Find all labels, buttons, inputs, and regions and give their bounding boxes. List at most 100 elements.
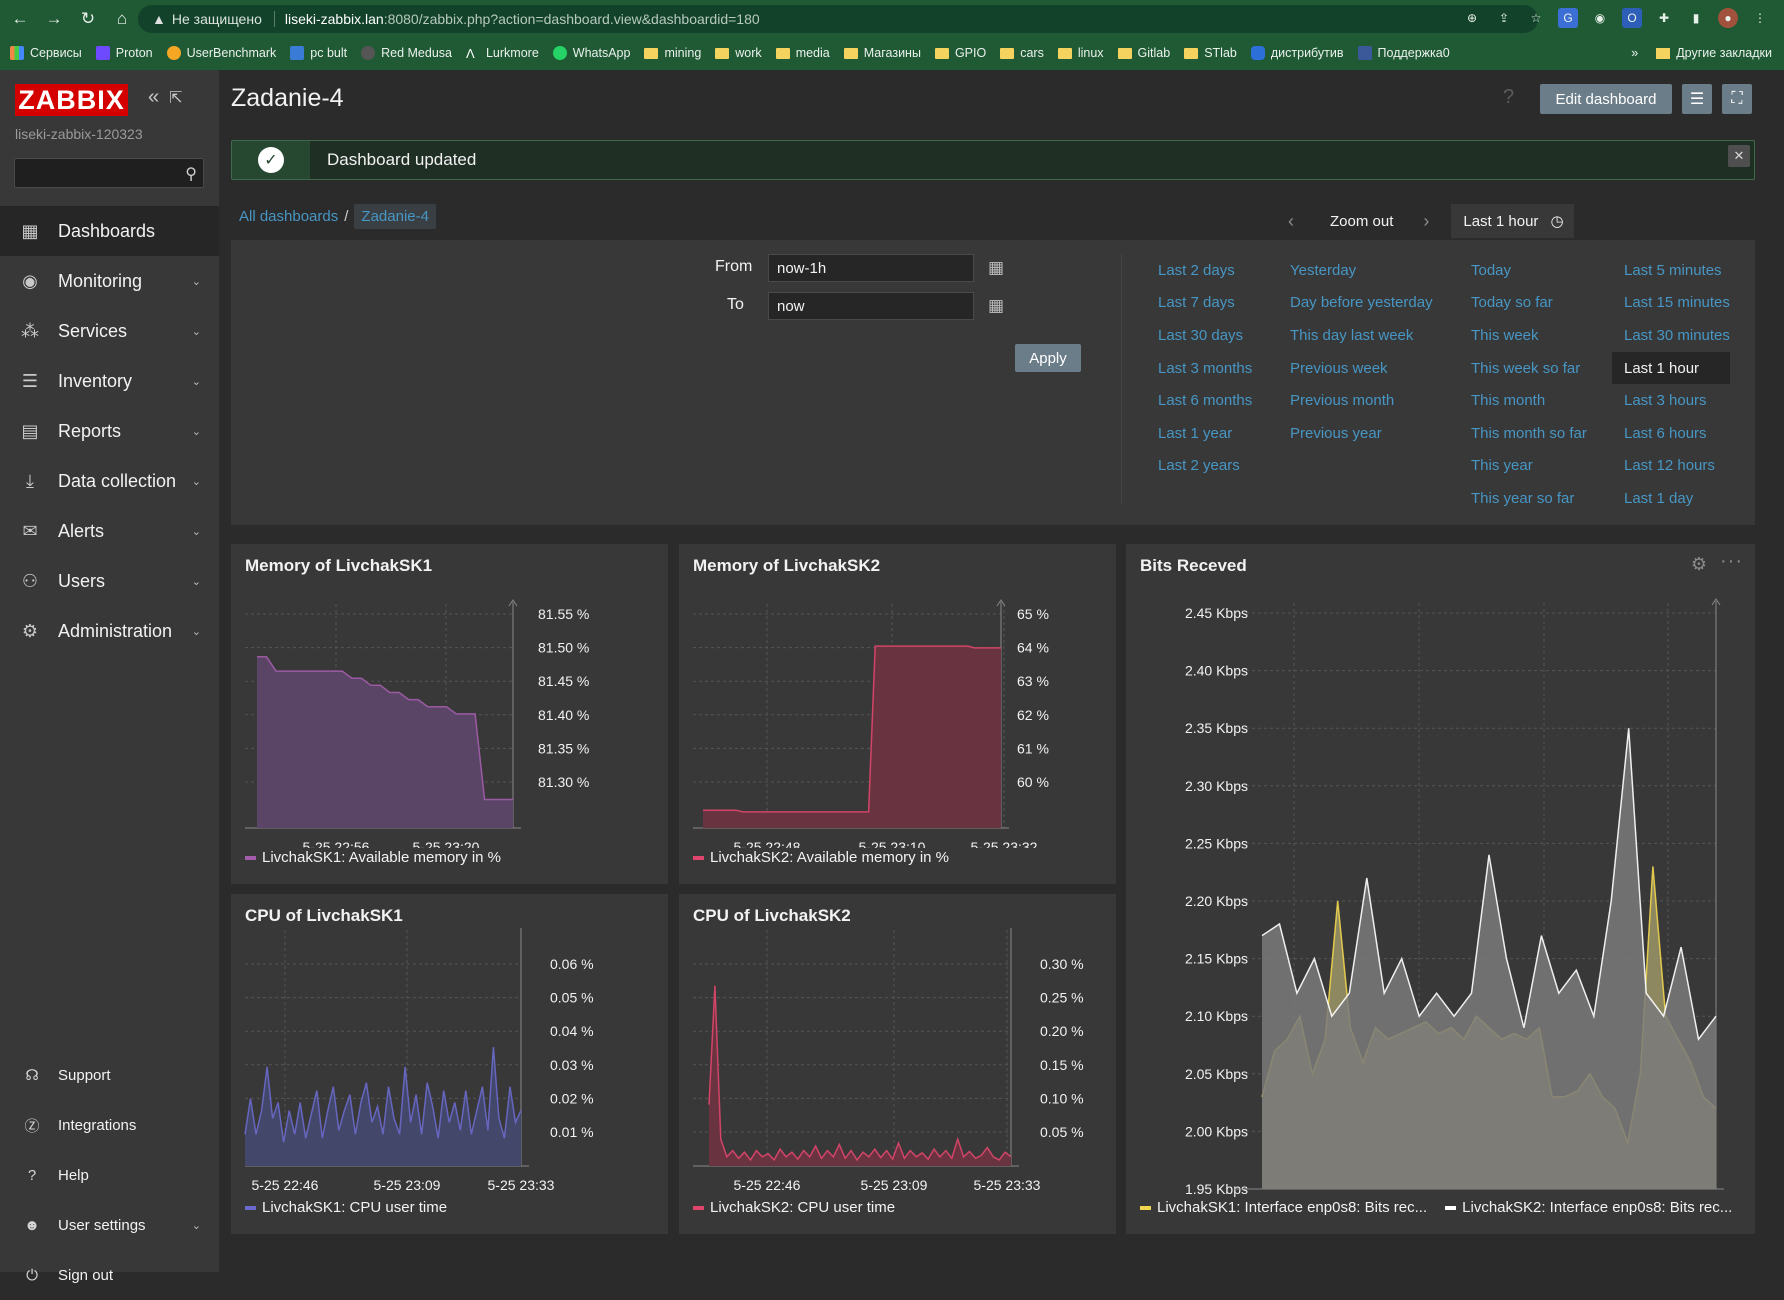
quick-range-link[interactable]: Last 3 months bbox=[1158, 352, 1252, 385]
extension-circle-icon[interactable]: ◉ bbox=[1590, 8, 1610, 28]
calendar-icon[interactable]: ▦ bbox=[983, 293, 1009, 319]
reload-icon[interactable]: ↻ bbox=[74, 5, 102, 33]
sidebar-item-support[interactable]: ☊ Support bbox=[0, 1050, 219, 1100]
sidebar-item-data-collection[interactable]: ⤓ Data collection ⌄ bbox=[0, 456, 219, 506]
quick-range-link[interactable]: This week bbox=[1471, 319, 1587, 352]
quick-range-link[interactable]: This year bbox=[1471, 450, 1587, 483]
sidebar-item-services[interactable]: ⁂ Services ⌄ bbox=[0, 306, 219, 356]
bookmark-services[interactable]: Сервисы bbox=[10, 46, 82, 60]
outlook-icon[interactable]: O bbox=[1622, 8, 1642, 28]
forward-arrow-icon[interactable]: → bbox=[40, 5, 68, 33]
bookmark-cars[interactable]: cars bbox=[1000, 46, 1044, 60]
quick-range-link[interactable]: This year so far bbox=[1471, 482, 1587, 515]
crumb-all-dashboards[interactable]: All dashboards bbox=[239, 208, 338, 225]
sidepanel-icon[interactable]: ▮ bbox=[1686, 8, 1706, 28]
quick-range-link[interactable]: This month so far bbox=[1471, 417, 1587, 450]
bookmark-stlab[interactable]: STlab bbox=[1184, 46, 1237, 60]
sidebar-item-help[interactable]: ? Help bbox=[0, 1150, 219, 1200]
bookmark-linux[interactable]: linux bbox=[1057, 46, 1104, 60]
search-icon[interactable]: ⚲ bbox=[185, 164, 197, 184]
quick-range-link[interactable]: Last 5 minutes bbox=[1624, 254, 1730, 287]
chevron-left-icon[interactable]: ‹ bbox=[1288, 211, 1294, 232]
chevron-right-icon[interactable]: › bbox=[1423, 211, 1429, 232]
quick-range-link[interactable]: Last 1 day bbox=[1624, 482, 1730, 515]
sidebar-item-integrations[interactable]: Ⓩ Integrations bbox=[0, 1100, 219, 1150]
browser-menu-icon[interactable]: ⋮ bbox=[1750, 8, 1770, 28]
zabbix-logo[interactable]: ZABBIX bbox=[15, 84, 128, 116]
quick-range-link[interactable]: Last 30 days bbox=[1158, 319, 1252, 352]
to-input[interactable]: now bbox=[768, 292, 974, 320]
quick-range-link[interactable]: Last 6 hours bbox=[1624, 417, 1730, 450]
crumb-current[interactable]: Zadanie-4 bbox=[354, 204, 436, 229]
quick-range-link[interactable]: Last 1 hour bbox=[1612, 351, 1730, 385]
time-period-tab[interactable]: Last 1 hour ◷ bbox=[1451, 204, 1574, 238]
sidebar-item-monitoring[interactable]: ◉ Monitoring ⌄ bbox=[0, 256, 219, 306]
sidebar-item-dashboards[interactable]: ▦ Dashboards bbox=[0, 206, 219, 256]
puzzle-icon[interactable]: ✚ bbox=[1654, 8, 1674, 28]
share-icon[interactable]: ⇪ bbox=[1494, 8, 1514, 28]
sidebar-item-administration[interactable]: ⚙ Administration ⌄ bbox=[0, 606, 219, 656]
quick-range-link[interactable]: Last 15 minutes bbox=[1624, 287, 1730, 320]
calendar-icon[interactable]: ▦ bbox=[983, 255, 1009, 281]
quick-range-link[interactable]: Last 7 days bbox=[1158, 287, 1252, 320]
quick-range-link[interactable]: Yesterday bbox=[1290, 254, 1433, 287]
sidebar-item-user-settings[interactable]: ☻ User settings ⌄ bbox=[0, 1200, 219, 1250]
quick-range-link[interactable]: This week so far bbox=[1471, 352, 1587, 385]
address-bar[interactable]: ▲ Не защищено liseki-zabbix.lan:8080/zab… bbox=[138, 5, 1538, 33]
quick-range-link[interactable]: Last 2 days bbox=[1158, 254, 1252, 287]
back-arrow-icon[interactable]: ← bbox=[6, 5, 34, 33]
sidebar-item-reports[interactable]: ▤ Reports ⌄ bbox=[0, 406, 219, 456]
quick-range-link[interactable]: Last 6 months bbox=[1158, 384, 1252, 417]
quick-range-link[interactable]: This day last week bbox=[1290, 319, 1433, 352]
kiosk-icon[interactable]: ⇱ bbox=[169, 88, 182, 109]
translate-icon[interactable]: G bbox=[1558, 8, 1578, 28]
zoom-out-button[interactable]: Zoom out bbox=[1330, 213, 1393, 230]
bookmark-proton[interactable]: Proton bbox=[95, 46, 153, 60]
bookmark-userbenchmark[interactable]: UserBenchmark bbox=[166, 46, 276, 60]
close-icon[interactable]: ✕ bbox=[1728, 145, 1750, 167]
home-icon[interactable]: ⌂ bbox=[108, 5, 136, 33]
quick-range-link[interactable]: Last 2 years bbox=[1158, 450, 1252, 483]
sidebar-item-sign-out[interactable]: ⏻ Sign out bbox=[0, 1250, 219, 1300]
bookmark-mining[interactable]: mining bbox=[644, 46, 701, 60]
bookmark-lurkmore[interactable]: Λ Lurkmore bbox=[466, 46, 539, 61]
bookmarks-overflow-button[interactable]: » bbox=[1631, 46, 1638, 60]
fullscreen-icon[interactable]: ⛶ bbox=[1722, 84, 1752, 114]
bookmark-pc-bult[interactable]: pc bult bbox=[290, 46, 347, 60]
sidebar-item-inventory[interactable]: ☰ Inventory ⌄ bbox=[0, 356, 219, 406]
quick-range-link[interactable]: Previous week bbox=[1290, 352, 1433, 385]
quick-range-link[interactable]: Today so far bbox=[1471, 287, 1587, 320]
quick-range-link[interactable]: Last 12 hours bbox=[1624, 450, 1730, 483]
quick-range-link[interactable]: Day before yesterday bbox=[1290, 287, 1433, 320]
quick-range-link[interactable]: Last 1 year bbox=[1158, 417, 1252, 450]
quick-range-link[interactable]: Previous month bbox=[1290, 384, 1433, 417]
quick-range-link[interactable]: Previous year bbox=[1290, 417, 1433, 450]
search-input[interactable]: ⚲ bbox=[14, 158, 204, 188]
apply-button[interactable]: Apply bbox=[1015, 344, 1081, 372]
menu-icon[interactable]: ☰ bbox=[1682, 84, 1712, 114]
bookmark-support[interactable]: Поддержка0 bbox=[1357, 46, 1450, 60]
profile-avatar-icon[interactable]: ● bbox=[1718, 8, 1738, 28]
bookmark-shops[interactable]: Магазины bbox=[843, 46, 921, 60]
bookmark-whatsapp[interactable]: WhatsApp bbox=[552, 46, 630, 60]
quick-range-link[interactable]: This month bbox=[1471, 384, 1587, 417]
quick-range-link[interactable]: Last 3 hours bbox=[1624, 384, 1730, 417]
sidebar-item-alerts[interactable]: ✉ Alerts ⌄ bbox=[0, 506, 219, 556]
bookmark-red-medusa[interactable]: Red Medusa bbox=[361, 46, 452, 60]
bookmark-gitlab[interactable]: Gitlab bbox=[1117, 46, 1170, 60]
bookmark-media[interactable]: media bbox=[775, 46, 830, 60]
bookmark-work[interactable]: work bbox=[715, 46, 762, 60]
sidebar-item-users[interactable]: ⚇ Users ⌄ bbox=[0, 556, 219, 606]
quick-range-link[interactable]: Last 30 minutes bbox=[1624, 319, 1730, 352]
edit-dashboard-button[interactable]: Edit dashboard bbox=[1540, 84, 1672, 114]
gear-icon[interactable]: ⚙ bbox=[1691, 554, 1707, 575]
help-icon[interactable]: ? bbox=[1503, 86, 1514, 109]
other-bookmarks[interactable]: Другие закладки bbox=[1676, 46, 1772, 60]
bookmark-gpio[interactable]: GPIO bbox=[934, 46, 986, 60]
more-icon[interactable]: ··· bbox=[1720, 550, 1743, 573]
from-input[interactable]: now-1h bbox=[768, 254, 974, 282]
collapse-sidebar-icon[interactable]: « bbox=[148, 86, 159, 109]
quick-range-link[interactable]: Today bbox=[1471, 254, 1587, 287]
bookmark-distrib[interactable]: дистрибутив bbox=[1250, 46, 1344, 60]
zoom-icon[interactable]: ⊕ bbox=[1462, 8, 1482, 28]
